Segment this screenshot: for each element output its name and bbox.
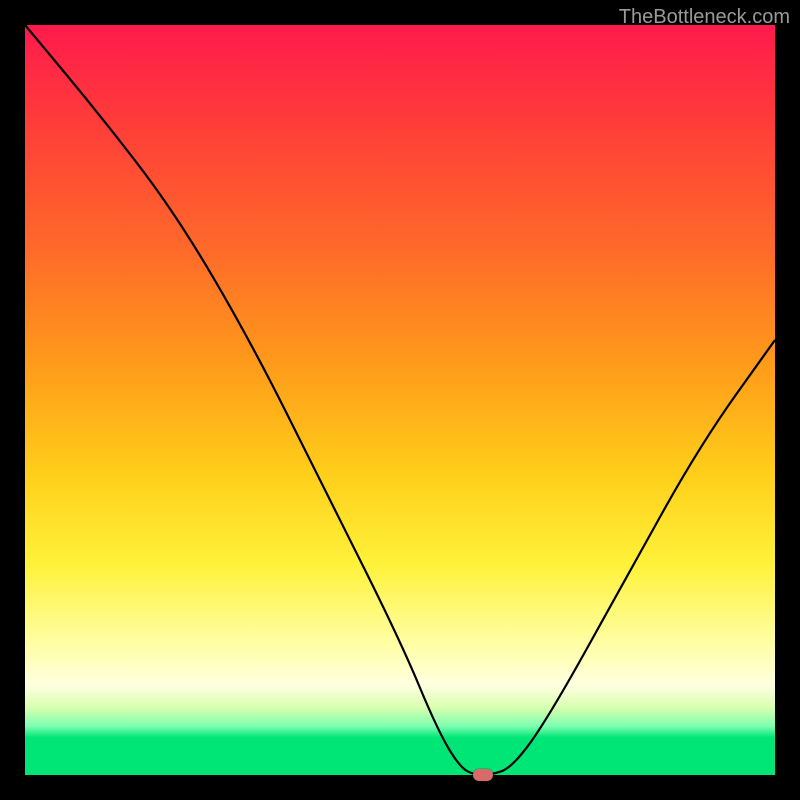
- optimal-point-marker: [473, 769, 493, 781]
- bottleneck-curve: [25, 25, 775, 775]
- plot-area: [25, 25, 775, 775]
- attribution-label: TheBottleneck.com: [619, 6, 790, 29]
- chart-frame: TheBottleneck.com: [0, 0, 800, 800]
- curve-svg: [25, 25, 775, 775]
